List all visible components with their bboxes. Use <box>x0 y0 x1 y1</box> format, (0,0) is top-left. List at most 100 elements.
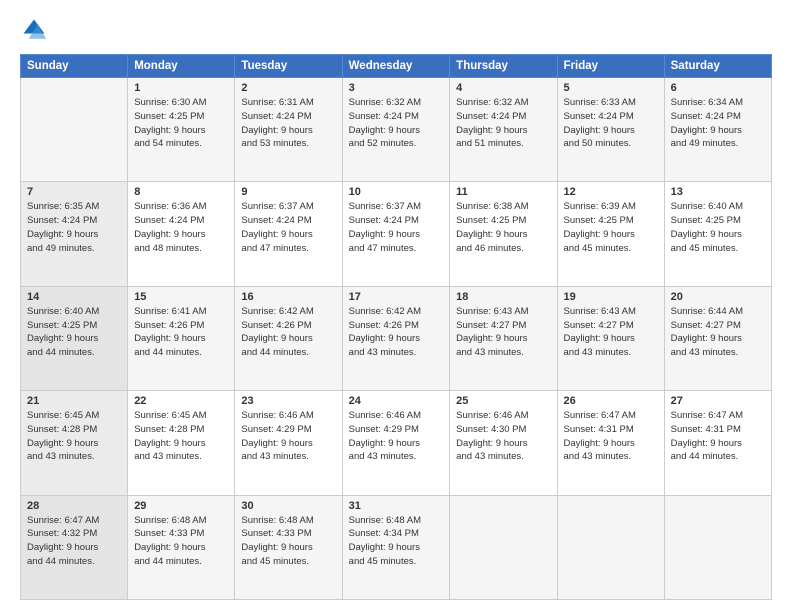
day-number: 12 <box>564 186 658 198</box>
day-number: 26 <box>564 395 658 407</box>
day-number: 24 <box>349 395 444 407</box>
day-info: Sunrise: 6:37 AMSunset: 4:24 PMDaylight:… <box>241 200 335 255</box>
day-number: 6 <box>671 82 765 94</box>
day-cell: 10 Sunrise: 6:37 AMSunset: 4:24 PMDayligh… <box>342 182 450 286</box>
day-number: 20 <box>671 291 765 303</box>
logo <box>20 16 52 44</box>
day-cell: 8 Sunrise: 6:36 AMSunset: 4:24 PMDaylight… <box>128 182 235 286</box>
day-info: Sunrise: 6:34 AMSunset: 4:24 PMDaylight:… <box>671 96 765 151</box>
day-info: Sunrise: 6:42 AMSunset: 4:26 PMDaylight:… <box>349 305 444 360</box>
column-header-saturday: Saturday <box>664 55 771 78</box>
day-cell <box>450 495 557 599</box>
day-number: 3 <box>349 82 444 94</box>
day-number: 2 <box>241 82 335 94</box>
day-cell: 18Sunrise: 6:43 AMSunset: 4:27 PMDayligh… <box>450 286 557 390</box>
day-cell: 5 Sunrise: 6:33 AMSunset: 4:24 PMDaylight… <box>557 78 664 182</box>
day-info: Sunrise: 6:48 AMSunset: 4:33 PMDaylight:… <box>241 514 335 569</box>
day-info: Sunrise: 6:46 AMSunset: 4:29 PMDaylight:… <box>349 409 444 464</box>
day-cell: 22 Sunrise: 6:45 AMSunset: 4:28 PMDayligh… <box>128 391 235 495</box>
day-info: Sunrise: 6:47 AMSunset: 4:31 PMDaylight:… <box>564 409 658 464</box>
day-number: 28 <box>27 500 121 512</box>
day-info: Sunrise: 6:46 AMSunset: 4:30 PMDaylight:… <box>456 409 550 464</box>
day-info: Sunrise: 6:40 AMSunset: 4:25 PMDaylight:… <box>671 200 765 255</box>
day-cell: 25 Sunrise: 6:46 AMSunset: 4:30 PMDayligh… <box>450 391 557 495</box>
day-cell: 3 Sunrise: 6:32 AMSunset: 4:24 PMDaylight… <box>342 78 450 182</box>
day-number: 10 <box>349 186 444 198</box>
day-number: 16 <box>241 291 335 303</box>
day-info: Sunrise: 6:32 AMSunset: 4:24 PMDaylight:… <box>349 96 444 151</box>
day-number: 17 <box>349 291 444 303</box>
day-info: Sunrise: 6:44 AMSunset: 4:27 PMDaylight:… <box>671 305 765 360</box>
day-cell: 30 Sunrise: 6:48 AMSunset: 4:33 PMDayligh… <box>235 495 342 599</box>
day-number: 8 <box>134 186 228 198</box>
column-header-tuesday: Tuesday <box>235 55 342 78</box>
day-info: Sunrise: 6:45 AMSunset: 4:28 PMDaylight:… <box>27 409 121 464</box>
day-info: Sunrise: 6:39 AMSunset: 4:25 PMDaylight:… <box>564 200 658 255</box>
day-info: Sunrise: 6:41 AMSunset: 4:26 PMDaylight:… <box>134 305 228 360</box>
day-info: Sunrise: 6:33 AMSunset: 4:24 PMDaylight:… <box>564 96 658 151</box>
day-info: Sunrise: 6:47 AMSunset: 4:31 PMDaylight:… <box>671 409 765 464</box>
day-cell: 11 Sunrise: 6:38 AMSunset: 4:25 PMDayligh… <box>450 182 557 286</box>
week-row-4: 21Sunrise: 6:45 AMSunset: 4:28 PMDayligh… <box>21 391 772 495</box>
day-number: 1 <box>134 82 228 94</box>
day-cell: 6 Sunrise: 6:34 AMSunset: 4:24 PMDaylight… <box>664 78 771 182</box>
day-cell: 21Sunrise: 6:45 AMSunset: 4:28 PMDayligh… <box>21 391 128 495</box>
header <box>20 16 772 44</box>
day-cell: 26 Sunrise: 6:47 AMSunset: 4:31 PMDayligh… <box>557 391 664 495</box>
day-cell: 23Sunrise: 6:46 AMSunset: 4:29 PMDayligh… <box>235 391 342 495</box>
day-info: Sunrise: 6:32 AMSunset: 4:24 PMDaylight:… <box>456 96 550 151</box>
day-cell <box>21 78 128 182</box>
column-header-friday: Friday <box>557 55 664 78</box>
day-number: 14 <box>27 291 121 303</box>
day-info: Sunrise: 6:37 AMSunset: 4:24 PMDaylight:… <box>349 200 444 255</box>
day-cell: 24 Sunrise: 6:46 AMSunset: 4:29 PMDayligh… <box>342 391 450 495</box>
day-info: Sunrise: 6:42 AMSunset: 4:26 PMDaylight:… <box>241 305 335 360</box>
day-number: 23 <box>241 395 335 407</box>
day-number: 22 <box>134 395 228 407</box>
day-cell: 13 Sunrise: 6:40 AMSunset: 4:25 PMDayligh… <box>664 182 771 286</box>
week-row-1: 1 Sunrise: 6:30 AMSunset: 4:25 PMDaylight… <box>21 78 772 182</box>
day-cell: 28 Sunrise: 6:47 AMSunset: 4:32 PMDayligh… <box>21 495 128 599</box>
day-number: 9 <box>241 186 335 198</box>
week-row-5: 28 Sunrise: 6:47 AMSunset: 4:32 PMDayligh… <box>21 495 772 599</box>
column-header-monday: Monday <box>128 55 235 78</box>
day-info: Sunrise: 6:47 AMSunset: 4:32 PMDaylight:… <box>27 514 121 569</box>
day-number: 30 <box>241 500 335 512</box>
calendar-header: SundayMondayTuesdayWednesdayThursdayFrid… <box>21 55 772 78</box>
day-number: 15 <box>134 291 228 303</box>
calendar-body: 1 Sunrise: 6:30 AMSunset: 4:25 PMDaylight… <box>21 78 772 600</box>
day-cell: 19Sunrise: 6:43 AMSunset: 4:27 PMDayligh… <box>557 286 664 390</box>
page: SundayMondayTuesdayWednesdayThursdayFrid… <box>0 0 792 612</box>
day-cell: 15 Sunrise: 6:41 AMSunset: 4:26 PMDayligh… <box>128 286 235 390</box>
day-number: 27 <box>671 395 765 407</box>
column-header-thursday: Thursday <box>450 55 557 78</box>
day-info: Sunrise: 6:40 AMSunset: 4:25 PMDaylight:… <box>27 305 121 360</box>
day-cell: 31 Sunrise: 6:48 AMSunset: 4:34 PMDayligh… <box>342 495 450 599</box>
day-info: Sunrise: 6:45 AMSunset: 4:28 PMDaylight:… <box>134 409 228 464</box>
day-cell: 20 Sunrise: 6:44 AMSunset: 4:27 PMDayligh… <box>664 286 771 390</box>
day-info: Sunrise: 6:43 AMSunset: 4:27 PMDaylight:… <box>456 305 550 360</box>
day-number: 13 <box>671 186 765 198</box>
day-cell: 7Sunrise: 6:35 AMSunset: 4:24 PMDaylight… <box>21 182 128 286</box>
day-info: Sunrise: 6:38 AMSunset: 4:25 PMDaylight:… <box>456 200 550 255</box>
day-cell <box>557 495 664 599</box>
day-number: 4 <box>456 82 550 94</box>
day-number: 25 <box>456 395 550 407</box>
day-cell: 1 Sunrise: 6:30 AMSunset: 4:25 PMDaylight… <box>128 78 235 182</box>
day-cell <box>664 495 771 599</box>
day-number: 11 <box>456 186 550 198</box>
day-cell: 17 Sunrise: 6:42 AMSunset: 4:26 PMDayligh… <box>342 286 450 390</box>
column-header-sunday: Sunday <box>21 55 128 78</box>
day-cell: 29Sunrise: 6:48 AMSunset: 4:33 PMDayligh… <box>128 495 235 599</box>
calendar-table: SundayMondayTuesdayWednesdayThursdayFrid… <box>20 54 772 600</box>
day-cell: 4 Sunrise: 6:32 AMSunset: 4:24 PMDaylight… <box>450 78 557 182</box>
day-info: Sunrise: 6:36 AMSunset: 4:24 PMDaylight:… <box>134 200 228 255</box>
day-info: Sunrise: 6:48 AMSunset: 4:34 PMDaylight:… <box>349 514 444 569</box>
day-info: Sunrise: 6:31 AMSunset: 4:24 PMDaylight:… <box>241 96 335 151</box>
day-number: 31 <box>349 500 444 512</box>
day-number: 5 <box>564 82 658 94</box>
day-info: Sunrise: 6:30 AMSunset: 4:25 PMDaylight:… <box>134 96 228 151</box>
column-header-wednesday: Wednesday <box>342 55 450 78</box>
day-cell: 27 Sunrise: 6:47 AMSunset: 4:31 PMDayligh… <box>664 391 771 495</box>
day-info: Sunrise: 6:48 AMSunset: 4:33 PMDaylight:… <box>134 514 228 569</box>
